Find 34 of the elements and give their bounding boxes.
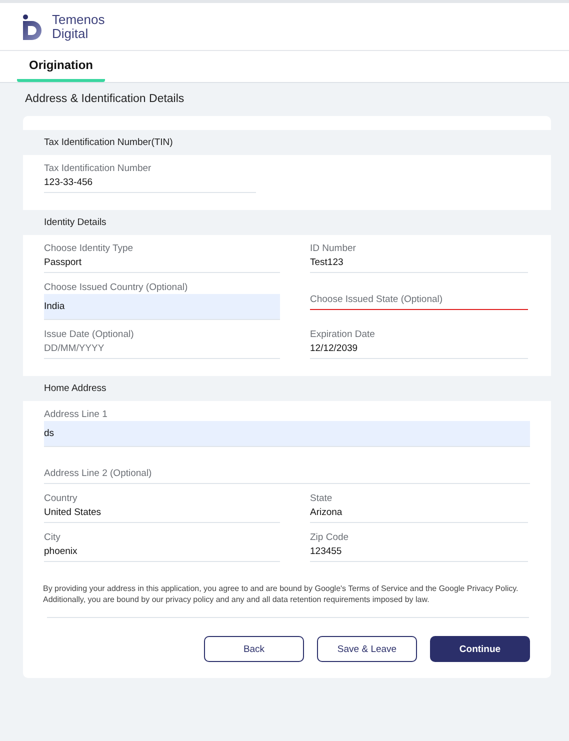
field-label: Country xyxy=(44,493,78,505)
input-field[interactable]: 123455 xyxy=(310,544,528,562)
field-label: ID Number xyxy=(310,243,357,255)
field-label: Address Line 1 xyxy=(44,409,108,421)
tab[interactable]: Origination xyxy=(17,51,105,82)
field-label: Choose Issued Country (Optional) xyxy=(44,282,189,294)
input-field[interactable]: DD/MM/YYYY xyxy=(44,341,280,359)
input-field[interactable]: United States xyxy=(44,505,280,523)
brand-name: Temenos Digital xyxy=(52,12,105,40)
input-field[interactable]: phoenix xyxy=(44,544,280,562)
input-field[interactable]: 12/12/2039 xyxy=(310,341,528,359)
section-header: Tax Identification Number(TIN) xyxy=(23,130,551,155)
secondary-button[interactable]: Save & Leave xyxy=(317,636,417,662)
field-label: Tax Identification Number xyxy=(44,163,152,175)
section-header: Identity Details xyxy=(23,210,551,235)
input-field[interactable]: Choose Issued State (Optional) xyxy=(310,282,528,310)
page-title: Address & Identification Details xyxy=(24,93,186,107)
input-field[interactable]: 123-33-456 xyxy=(44,175,256,193)
secondary-button[interactable]: Back xyxy=(204,636,304,662)
field-label: Expiration Date xyxy=(310,329,376,341)
field-label: Choose Identity Type xyxy=(44,243,134,255)
input-field[interactable]: Passport xyxy=(44,255,280,273)
field-label: Zip Code xyxy=(310,532,350,544)
disclaimer-text: By providing your address in this application, you agree to and are bound by Google's Terms of Service and the Google Privacy Policy. Additionally, you are bound by our privacy policy and any and all data retention requirements imposed by law. xyxy=(42,583,520,606)
continue-button[interactable]: Continue xyxy=(430,636,530,662)
field-label: City xyxy=(44,532,62,544)
input-field[interactable]: India xyxy=(44,294,280,320)
input-field[interactable]: Address Line 2 (Optional) xyxy=(44,456,530,484)
input-field[interactable]: ds xyxy=(44,421,530,447)
input-field[interactable]: Test123 xyxy=(310,255,528,273)
section-header: Home Address xyxy=(23,376,551,401)
input-field[interactable]: Arizona xyxy=(310,505,528,523)
field-label: State xyxy=(310,493,334,505)
field-label: Issue Date (Optional) xyxy=(44,329,135,341)
